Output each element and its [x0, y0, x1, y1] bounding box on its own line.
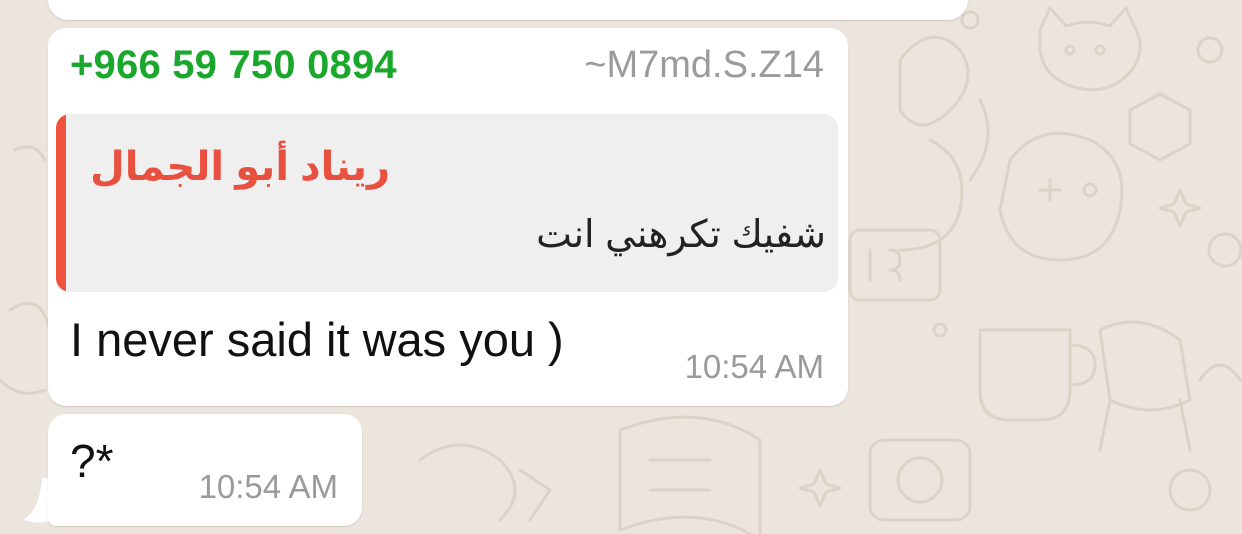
quoted-reply[interactable]: ريناد أبو الجمال شفيك تكرهني انت [56, 114, 838, 292]
sender-display-name: ~M7md.S.Z14 [584, 44, 824, 86]
previous-message-bubble[interactable] [48, 0, 968, 20]
message-timestamp: 10:54 AM [684, 348, 824, 385]
quote-accent-bar [56, 114, 66, 292]
message-text: I never said it was you ) [70, 313, 564, 366]
quoted-text: شفيك تكرهني انت [536, 214, 826, 256]
quoted-author: ريناد أبو الجمال [90, 145, 391, 189]
message-text: ?* [70, 435, 114, 487]
message-timestamp: 10:54 AM [198, 468, 338, 505]
message-bubble[interactable]: ?* 10:54 AM [48, 414, 362, 526]
sender-phone-number[interactable]: +966 59 750 0894 [70, 43, 397, 88]
message-bubble[interactable]: +966 59 750 0894 ~M7md.S.Z14 ريناد أبو ا… [48, 28, 848, 406]
